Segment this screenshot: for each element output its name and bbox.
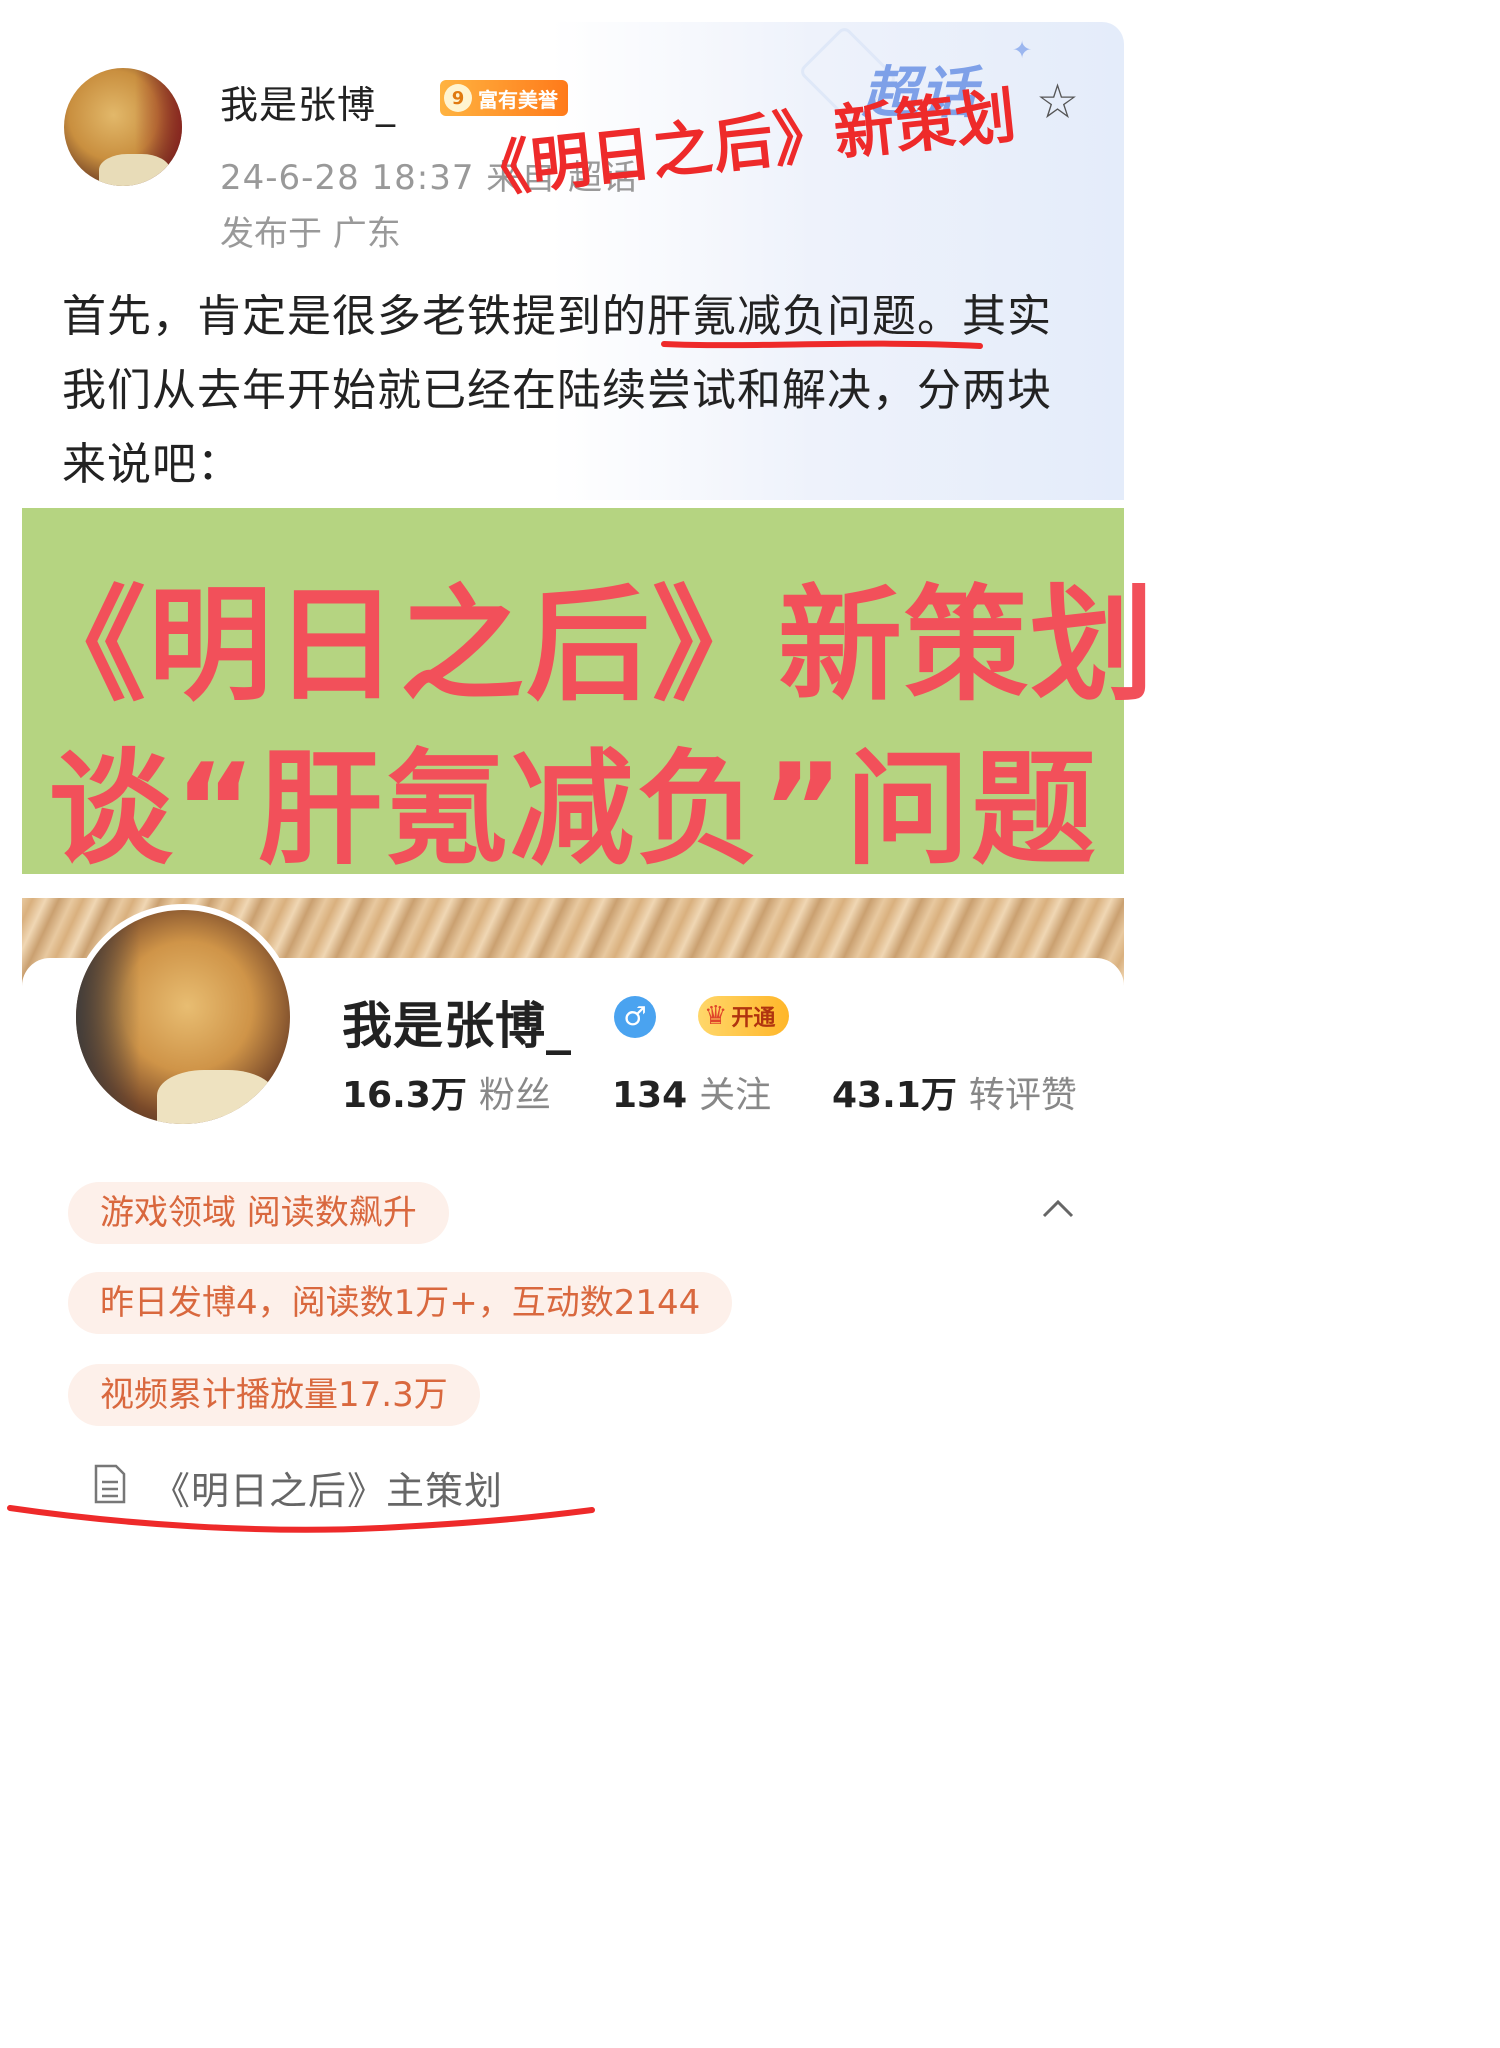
annotation-underline — [7, 1505, 595, 1533]
post-author-name[interactable]: 我是张博_ — [220, 74, 396, 129]
stat-following-num: 134 — [612, 1075, 688, 1116]
post-body: 首先，肯定是很多老铁提到的肝氪减负问题。其实我们从去年开始就已经在陆续尝试和解决… — [62, 280, 1092, 502]
tag-pill[interactable]: 视频累计播放量17.3万 — [68, 1364, 480, 1426]
vip-open-button[interactable]: ♛ 开通 — [698, 996, 790, 1036]
honor-level: 9 — [444, 84, 472, 112]
stat-reposts-num: 43.1万 — [832, 1075, 957, 1116]
profile-avatar[interactable] — [70, 904, 296, 1130]
profile-name: 我是张博_ — [342, 997, 572, 1055]
honor-label: 富有美誉 — [478, 87, 558, 112]
star-icon[interactable]: ☆ — [1036, 78, 1079, 126]
banner-line-2: 谈“肝氪减负”问题 — [48, 738, 1098, 882]
post-body-before: 首先，肯定是很多老铁提到的 — [62, 291, 647, 342]
stat-following[interactable]: 134 关注 — [612, 1066, 771, 1118]
sparkle-icon: ✦ — [1012, 36, 1033, 64]
tag-pill[interactable]: 游戏领域 阅读数飙升 — [68, 1182, 449, 1244]
stat-reposts-likes[interactable]: 43.1万 转评赞 — [832, 1066, 1077, 1118]
honor-badge[interactable]: 9 富有美誉 — [440, 80, 568, 116]
chevron-up-icon[interactable] — [1040, 1192, 1076, 1228]
stat-reposts-label: 转评赞 — [968, 1075, 1077, 1116]
stat-following-label: 关注 — [699, 1075, 772, 1116]
tag-pill[interactable]: 昨日发博4，阅读数1万+，互动数2144 — [68, 1272, 733, 1334]
annotation-underline — [661, 340, 983, 349]
stat-followers-label: 粉丝 — [478, 1075, 551, 1116]
vip-label: 开通 — [731, 1006, 776, 1031]
post-author-avatar[interactable] — [64, 68, 182, 186]
banner-line-1: 《明日之后》新策划 — [22, 574, 1157, 718]
stat-followers-num: 16.3万 — [342, 1075, 467, 1116]
crown-icon: ♛ — [704, 1001, 728, 1031]
title-banner: 《明日之后》新策划 谈“肝氪减负”问题 — [22, 508, 1157, 882]
stat-followers[interactable]: 16.3万 粉丝 — [342, 1066, 551, 1118]
post-location: 发布于 广东 — [220, 214, 401, 254]
male-icon: ♂ — [614, 996, 656, 1038]
